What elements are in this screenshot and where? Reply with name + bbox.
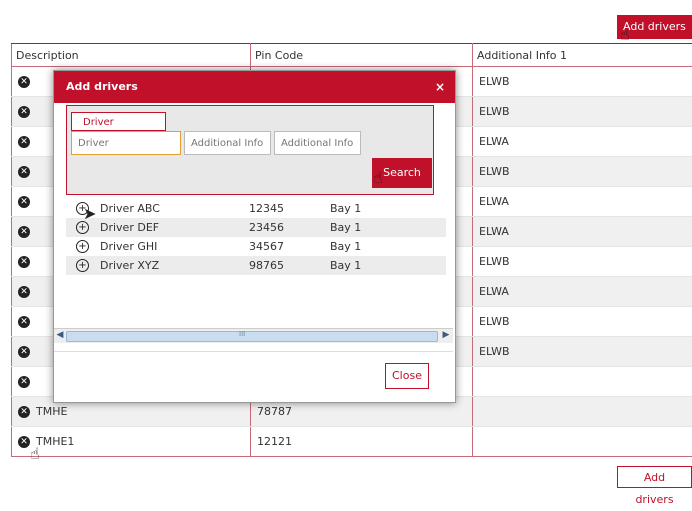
driver-name: Driver XYZ [100,259,159,272]
table-row: ✕ TMHE1 12121 [12,427,692,457]
table-header: Description Pin Code Additional Info 1 [12,44,692,67]
driver-bay: Bay 1 [330,221,361,234]
additional-info-cell [473,367,692,397]
additional-info-cell: ELWB [473,157,692,187]
driver-pin: 23456 [249,221,284,234]
remove-icon[interactable]: ✕ [18,226,30,238]
driver-pin: 12345 [249,202,284,215]
add-driver-icon[interactable]: + [76,202,89,215]
driver-result-row[interactable]: + Driver GHI 34567 Bay 1 [66,237,446,256]
add-drivers-button-bottom[interactable]: Add drivers [617,466,692,488]
driver-results-list: + Driver ABC 12345 Bay 1 + Driver DEF 23456 Bay… [66,199,446,275]
additional-info-cell: ELWA [473,277,692,307]
additional-info-cell: ELWB [473,97,692,127]
description-text: TMHE [36,405,67,418]
additional-info-cell: ELWB [473,307,692,337]
driver-result-row[interactable]: + Driver XYZ 98765 Bay 1 [66,256,446,275]
dialog-title: Add drivers [66,80,138,93]
search-panel: Driver Search [66,105,434,195]
driver-pin: 34567 [249,240,284,253]
remove-icon[interactable]: ✕ [18,436,30,448]
close-button[interactable]: Close [385,363,429,389]
scrollbar-thumb[interactable]: III [66,331,438,342]
additional-info-2-input[interactable] [274,131,361,155]
close-icon[interactable]: × [435,71,445,103]
additional-info-1-input[interactable] [184,131,271,155]
additional-info-cell: ELWB [473,67,692,97]
remove-icon[interactable]: ✕ [18,106,30,118]
column-header-pin-code[interactable]: Pin Code [251,44,473,67]
remove-icon[interactable]: ✕ [18,316,30,328]
column-header-additional-info[interactable]: Additional Info 1 [473,44,692,67]
search-button[interactable]: Search [372,158,432,188]
column-header-description[interactable]: Description [12,44,251,67]
remove-icon[interactable]: ✕ [18,406,30,418]
driver-pin: 98765 [249,259,284,272]
additional-info-cell [473,427,692,457]
additional-info-cell: ELWB [473,337,692,367]
driver-bay: Bay 1 [330,240,361,253]
tab-driver[interactable]: Driver [71,112,166,131]
remove-icon[interactable]: ✕ [18,286,30,298]
horizontal-scrollbar[interactable]: ◀ III ▶ [54,328,453,343]
driver-bay: Bay 1 [330,259,361,272]
driver-result-row[interactable]: + Driver DEF 23456 Bay 1 [66,218,446,237]
scrollbar-grip: III [239,330,245,338]
remove-icon[interactable]: ✕ [18,136,30,148]
scroll-right-icon[interactable]: ▶ [441,330,451,341]
driver-name: Driver DEF [100,221,159,234]
add-drivers-button-top[interactable]: Add drivers [617,15,692,39]
add-driver-icon[interactable]: + [76,259,89,272]
remove-icon[interactable]: ✕ [18,76,30,88]
driver-name: Driver GHI [100,240,157,253]
driver-name: Driver ABC [100,202,160,215]
driver-search-input[interactable] [71,131,181,155]
dialog-header: Add drivers × [54,71,455,103]
driver-bay: Bay 1 [330,202,361,215]
remove-icon[interactable]: ✕ [18,166,30,178]
additional-info-cell: ELWA [473,217,692,247]
additional-info-cell: ELWB [473,247,692,277]
remove-icon[interactable]: ✕ [18,196,30,208]
additional-info-cell: ELWA [473,187,692,217]
add-drivers-dialog: Add drivers × Driver Search + Driver ABC 1… [53,70,456,403]
additional-info-cell [473,397,692,427]
dialog-footer-divider [54,351,453,352]
add-driver-icon[interactable]: + [76,221,89,234]
scroll-left-icon[interactable]: ◀ [55,330,65,341]
remove-icon[interactable]: ✕ [18,346,30,358]
description-cell: ✕ TMHE1 [12,427,251,457]
remove-icon[interactable]: ✕ [18,256,30,268]
additional-info-cell: ELWA [473,127,692,157]
pin-code-cell: 12121 [251,427,473,457]
description-text: TMHE1 [36,435,74,448]
driver-result-row[interactable]: + Driver ABC 12345 Bay 1 [66,199,446,218]
add-driver-icon[interactable]: + [76,240,89,253]
remove-icon[interactable]: ✕ [18,376,30,388]
